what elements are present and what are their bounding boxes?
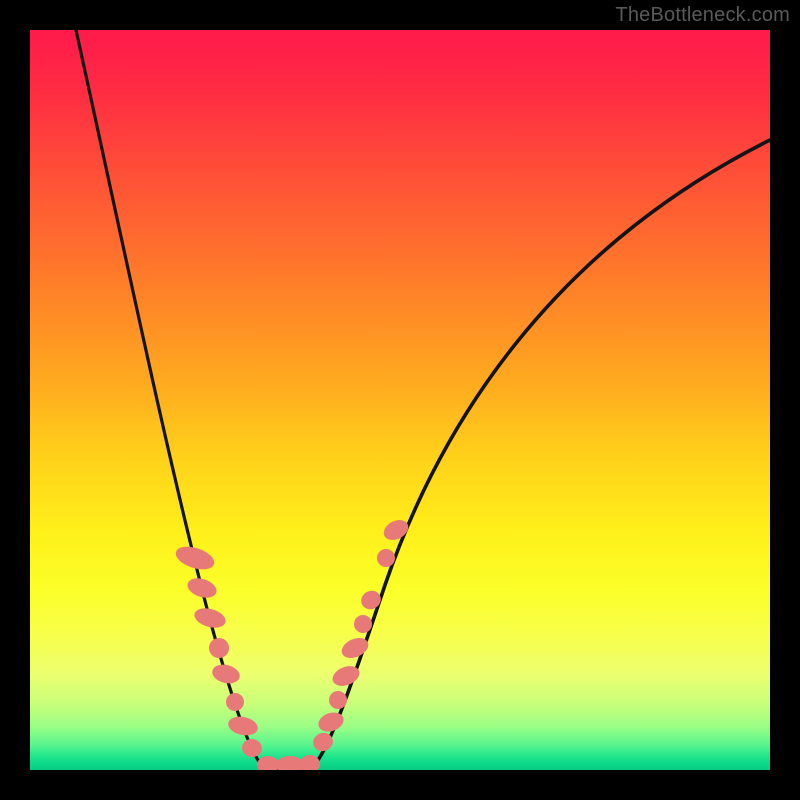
- data-marker: [354, 615, 372, 633]
- watermark-text: TheBottleneck.com: [615, 4, 790, 27]
- data-marker: [226, 693, 244, 711]
- data-marker: [377, 549, 395, 567]
- plot-area: [30, 30, 770, 770]
- data-marker: [173, 542, 217, 573]
- data-marker: [257, 756, 279, 770]
- data-marker: [329, 691, 347, 709]
- chart-stage: TheBottleneck.com: [0, 0, 800, 800]
- curve-layer: [30, 30, 770, 770]
- data-marker: [300, 755, 320, 770]
- data-marker: [276, 756, 304, 770]
- data-marker: [185, 575, 219, 601]
- right-curve: [290, 140, 770, 769]
- data-marker: [210, 662, 242, 686]
- data-marker: [192, 605, 228, 631]
- data-marker: [241, 737, 264, 758]
- data-marker: [358, 588, 384, 613]
- data-marker: [226, 714, 259, 738]
- left-curve: [76, 30, 290, 769]
- data-marker: [380, 516, 411, 544]
- markers-bottom: [257, 755, 320, 770]
- markers-left: [173, 542, 264, 758]
- data-marker: [209, 638, 229, 658]
